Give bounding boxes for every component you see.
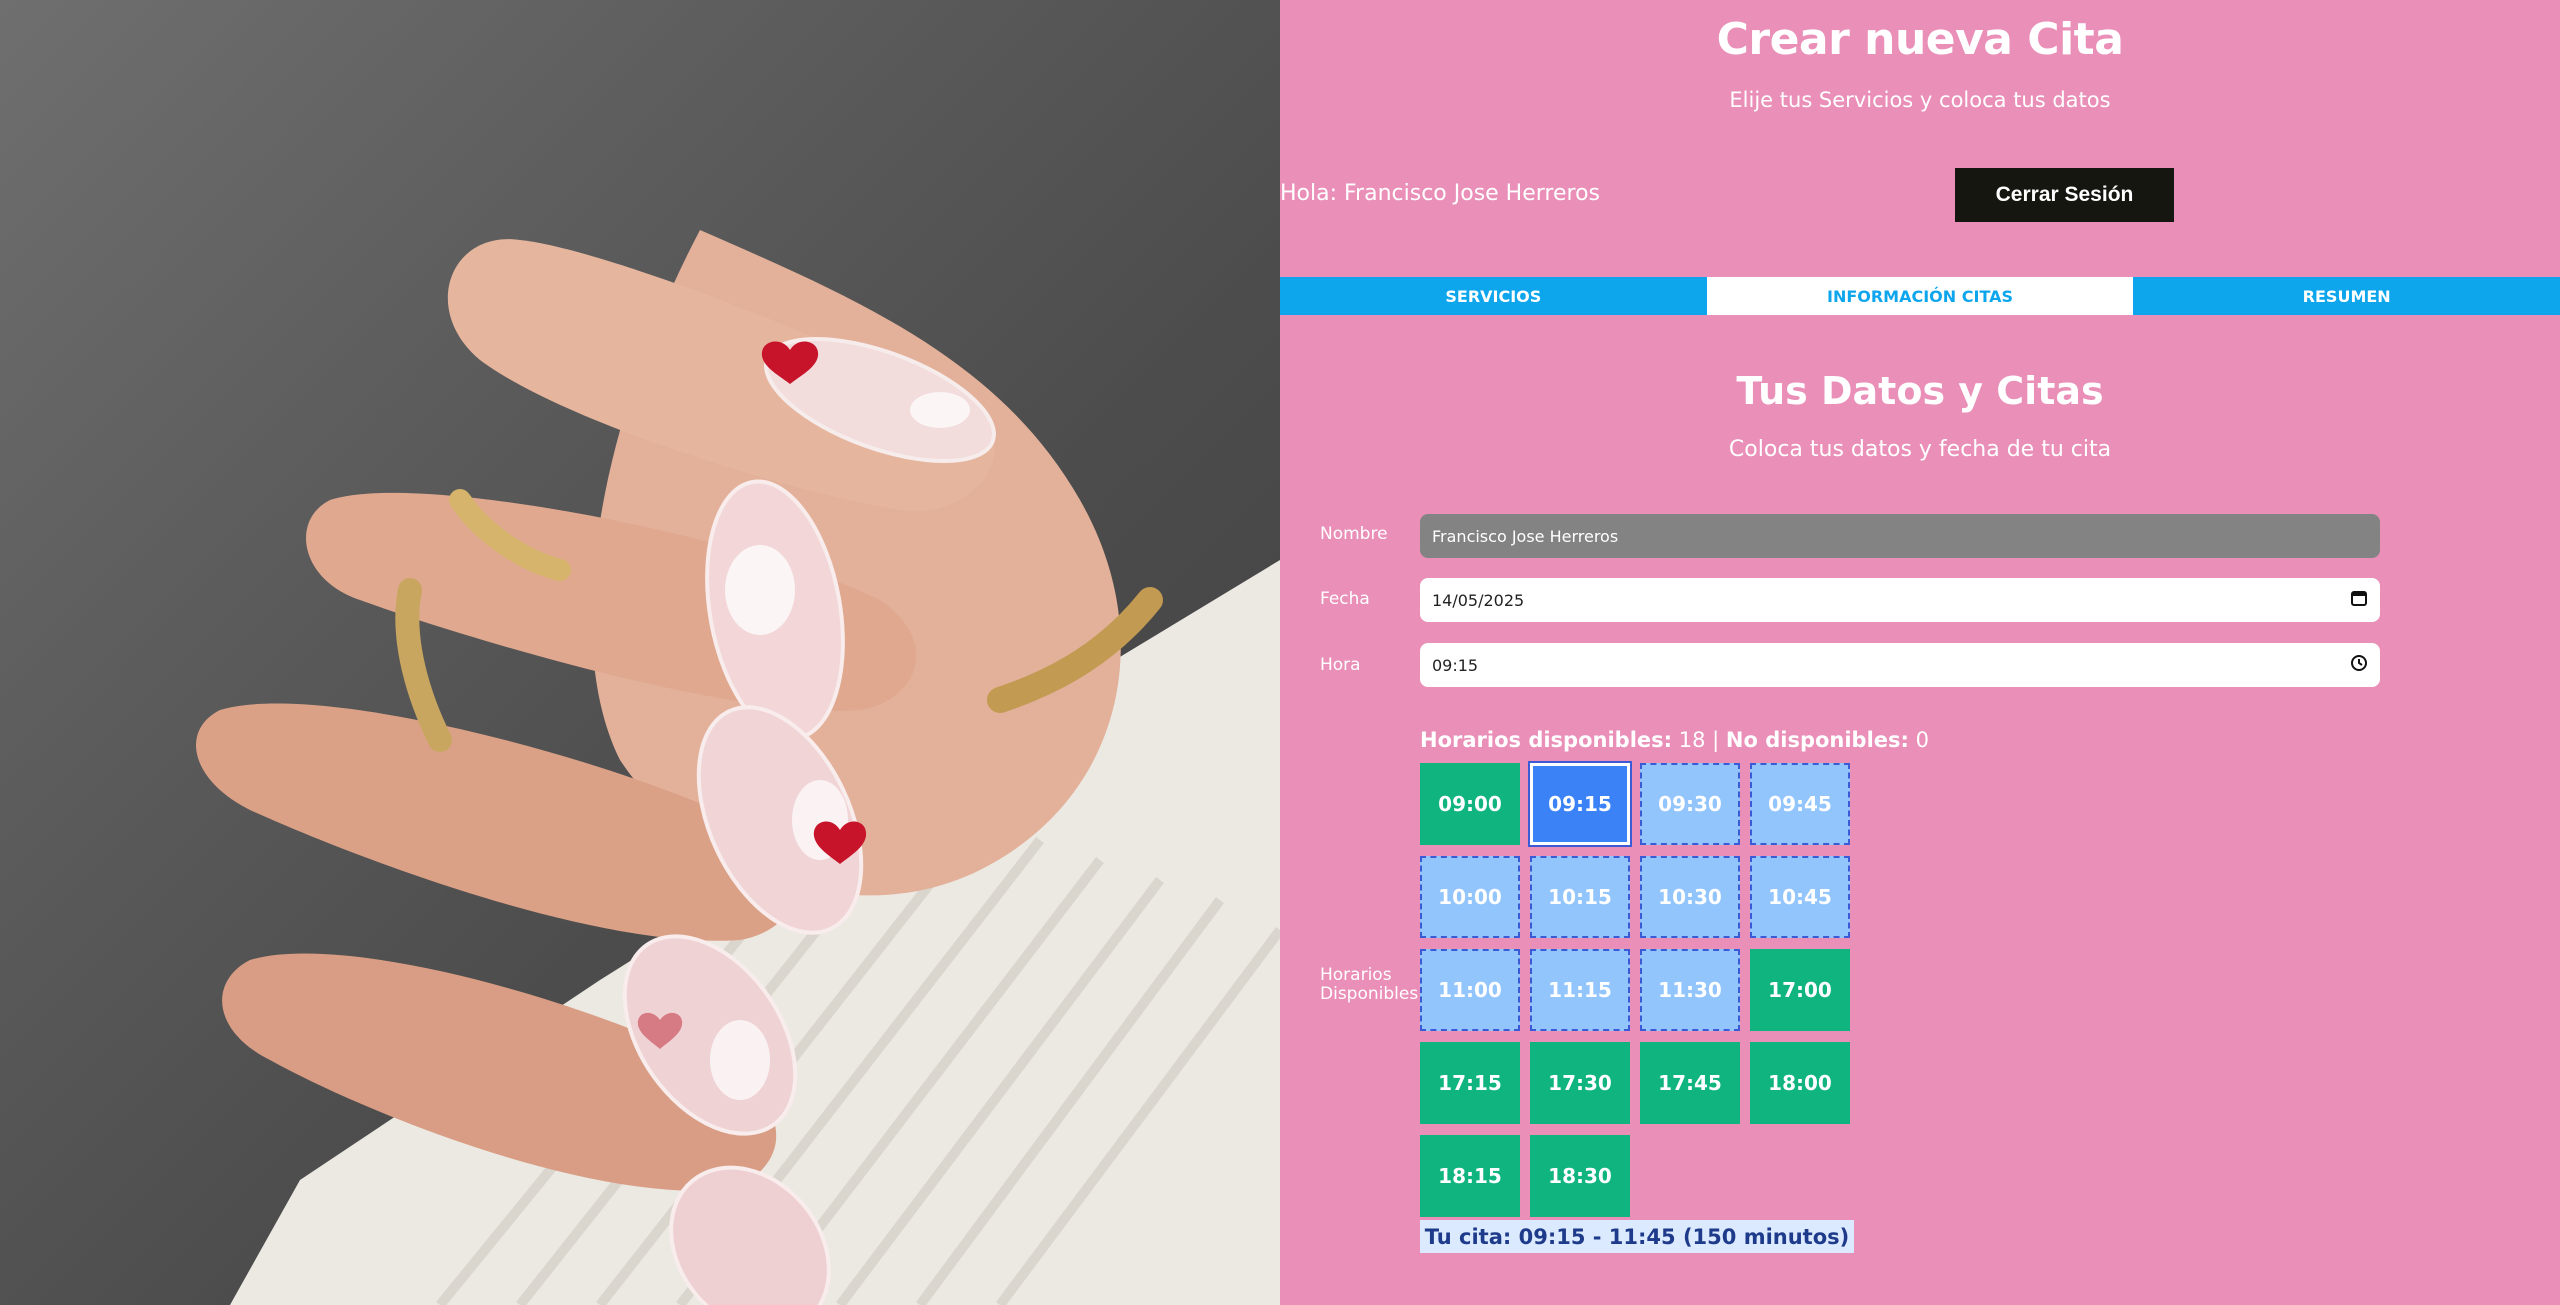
name-value: Francisco Jose Herreros: [1432, 526, 1619, 546]
tab-informacion-citas[interactable]: Información Citas: [1706, 277, 2134, 315]
date-label: Fecha: [1320, 589, 1370, 609]
appointment-value: 09:15 - 11:45 (150 minutos): [1518, 1224, 1850, 1249]
name-label: Nombre: [1320, 524, 1388, 544]
slots-label: Horarios Disponibles: [1320, 965, 1419, 1004]
time-slot-1100[interactable]: 11:00: [1420, 949, 1520, 1031]
time-slot-1130[interactable]: 11:30: [1640, 949, 1740, 1031]
logout-button[interactable]: Cerrar Sesión: [1955, 168, 2174, 222]
page-title: Crear nueva Cita: [1716, 14, 2124, 65]
time-slot-1045[interactable]: 10:45: [1750, 856, 1850, 938]
time-label: Hora: [1320, 655, 1361, 675]
time-slot-1730[interactable]: 17:30: [1530, 1042, 1630, 1124]
time-slot-1700[interactable]: 17:00: [1750, 949, 1850, 1031]
time-slot-0915[interactable]: 09:15: [1530, 763, 1630, 845]
page-subtitle: Elije tus Servicios y coloca tus datos: [1729, 88, 2111, 112]
time-slot-1800[interactable]: 18:00: [1750, 1042, 1850, 1124]
date-value: 14/05/2025: [1432, 590, 1525, 610]
appointment-summary: Tu cita: 09:15 - 11:45 (150 minutos): [1420, 1220, 1854, 1253]
calendar-icon[interactable]: [2350, 589, 2368, 611]
step-tabs: Servicios Información Citas Resumen: [1280, 277, 2560, 315]
available-count: 18: [1678, 728, 1706, 752]
time-slot-0930[interactable]: 09:30: [1640, 763, 1740, 845]
time-slot-0945[interactable]: 09:45: [1750, 763, 1850, 845]
user-greeting: Hola: Francisco Jose Herreros: [1280, 181, 1600, 206]
unavailable-label: No disponibles:: [1725, 728, 1909, 752]
name-field[interactable]: Francisco Jose Herreros: [1420, 514, 2380, 558]
time-slot-1000[interactable]: 10:00: [1420, 856, 1520, 938]
time-slot-0900[interactable]: 09:00: [1420, 763, 1520, 845]
hero-photo: [0, 0, 1280, 1305]
time-slot-1030[interactable]: 10:30: [1640, 856, 1740, 938]
appointment-label: Tu cita:: [1424, 1224, 1512, 1249]
page: Crear nueva Cita Elije tus Servicios y c…: [0, 0, 2560, 1305]
time-slot-1115[interactable]: 11:15: [1530, 949, 1630, 1031]
unavailable-count: 0: [1915, 728, 1929, 752]
booking-panel: Crear nueva Cita Elije tus Servicios y c…: [1280, 0, 2560, 1305]
time-slot-1015[interactable]: 10:15: [1530, 856, 1630, 938]
available-label: Horarios disponibles:: [1420, 728, 1673, 752]
section-title: Tus Datos y Citas: [1736, 369, 2104, 413]
availability-summary: Horarios disponibles: 18 | No disponible…: [1420, 728, 1929, 752]
tab-servicios[interactable]: Servicios: [1280, 277, 1707, 315]
clock-icon[interactable]: [2350, 654, 2368, 676]
date-field[interactable]: 14/05/2025: [1420, 578, 2380, 622]
time-field[interactable]: 09:15: [1420, 643, 2380, 687]
time-slot-1715[interactable]: 17:15: [1420, 1042, 1520, 1124]
time-slot-1830[interactable]: 18:30: [1530, 1135, 1630, 1217]
time-value: 09:15: [1432, 655, 1479, 675]
time-slot-1815[interactable]: 18:15: [1420, 1135, 1520, 1217]
slots-label-text: Horarios Disponibles: [1320, 965, 1419, 1004]
tab-resumen[interactable]: Resumen: [2133, 277, 2560, 315]
nail-art-illustration: [196, 230, 1280, 1305]
time-slot-1745[interactable]: 17:45: [1640, 1042, 1740, 1124]
section-subtitle: Coloca tus datos y fecha de tu cita: [1728, 437, 2112, 462]
availability-separator: |: [1712, 728, 1720, 752]
